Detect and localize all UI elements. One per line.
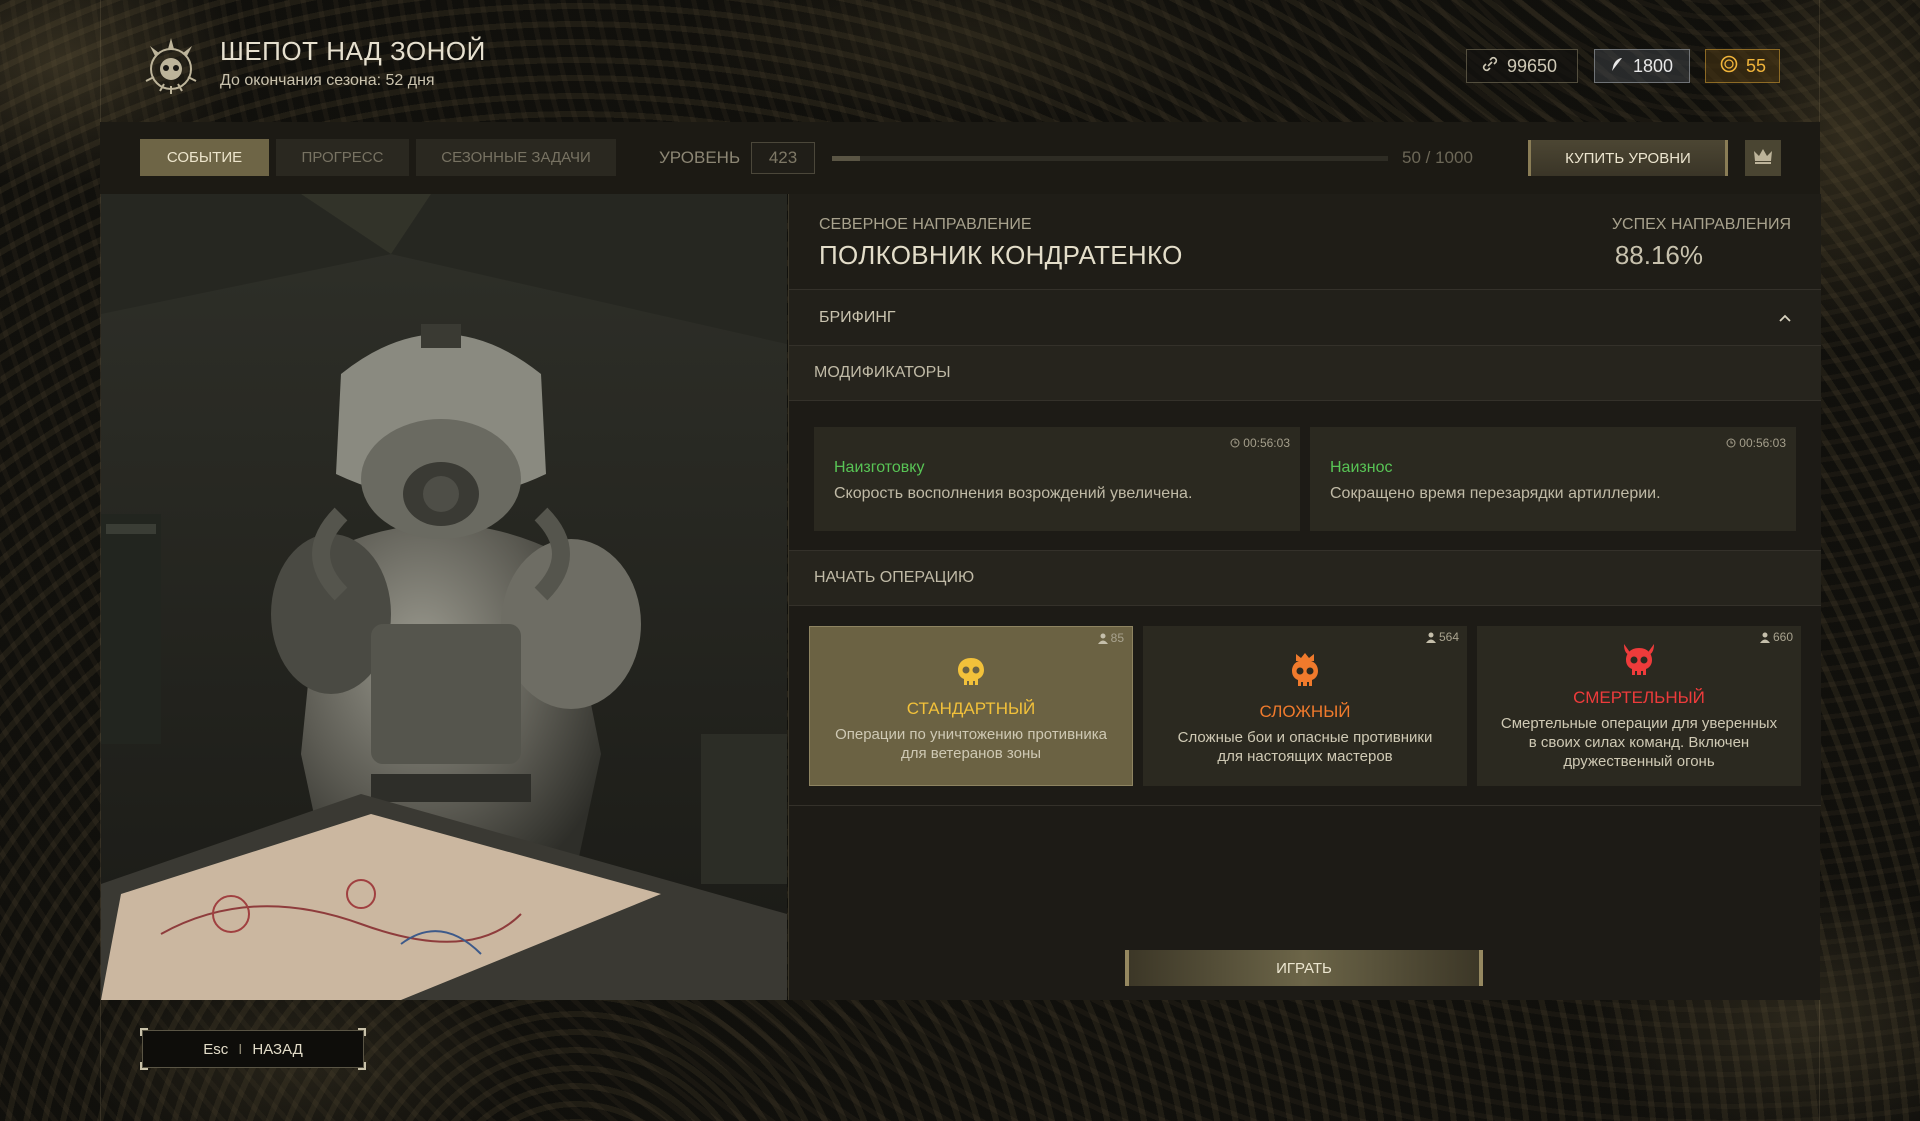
back-separator: I <box>238 1040 243 1058</box>
buy-levels-button[interactable]: КУПИТЬ УРОВНИ <box>1528 140 1728 176</box>
back-label: НАЗАД <box>252 1040 303 1058</box>
modifiers-header: МОДИФИКАТОРЫ <box>789 346 1821 401</box>
modifier-description: Сокращено время перезарядки артиллерии. <box>1330 485 1661 502</box>
back-button-corner <box>140 1062 148 1070</box>
mission-panel: СЕВЕРНОЕ НАПРАВЛЕНИЕ ПОЛКОВНИК КОНДРАТЕН… <box>788 194 1821 1000</box>
player-count-value: 85 <box>1110 631 1124 645</box>
crown-icon <box>1753 148 1773 169</box>
currency-links-value: 99650 <box>1507 55 1558 76</box>
clock-icon <box>1726 438 1736 448</box>
operation-title: СМЕРТЕЛЬНЫЙ <box>1573 688 1705 707</box>
user-icon <box>1425 632 1436 643</box>
chevron-up-icon[interactable] <box>1779 312 1791 324</box>
modifier-timer-text: 00:56:03 <box>1243 436 1290 450</box>
modifier-name: Наизнос <box>1330 459 1393 476</box>
tab-season-tasks[interactable]: СЕЗОННЫЕ ЗАДАЧИ <box>416 139 616 176</box>
level-value: 423 <box>751 142 815 174</box>
player-count-value: 660 <box>1772 630 1793 644</box>
season-countdown: До окончания сезона: 52 дня <box>220 72 435 89</box>
operation-standard-card[interactable]: 85 СТАНДАРТНЫЙ Операции по уничтожению п… <box>809 626 1133 786</box>
season-title: ШЕПОТ НАД ЗОНОЙ <box>220 36 486 66</box>
back-button-corner <box>358 1062 366 1070</box>
back-key-hint: Esc <box>203 1040 229 1058</box>
success-label: УСПЕХ НАПРАВЛЕНИЯ <box>1611 216 1791 233</box>
clock-icon <box>1230 438 1240 448</box>
currency-feathers[interactable]: 1800 <box>1594 49 1690 83</box>
feather-icon <box>1609 55 1625 78</box>
operation-deadly-card[interactable]: 660 СМЕРТЕЛЬНЫЙ Смертельные операции для… <box>1477 626 1801 786</box>
briefing-label: БРИФИНГ <box>819 309 896 326</box>
modifier-card: 00:56:03 Наизнос Сокращено время перезар… <box>1310 427 1796 531</box>
operation-description: Смертельные операции для уверенных в сво… <box>1500 715 1778 770</box>
modifier-timer: 00:56:03 <box>1726 436 1786 450</box>
level-progress-text: 50 / 1000 <box>1402 148 1473 167</box>
level-label: УРОВЕНЬ <box>659 148 741 167</box>
crowned-skull-icon <box>1292 653 1318 686</box>
commander-scene <box>101 194 787 1000</box>
play-button[interactable]: ИГРАТЬ <box>1125 950 1483 986</box>
header: ШЕПОТ НАД ЗОНОЙ До окончания сезона: 52 … <box>0 0 1920 122</box>
skull-icon <box>958 658 984 685</box>
player-count-value: 564 <box>1438 630 1459 644</box>
tab-progress[interactable]: ПРОГРЕСС <box>276 139 409 176</box>
modifiers-label: МОДИФИКАТОРЫ <box>814 364 951 381</box>
coin-icon <box>1720 55 1738 78</box>
level-progress-bar <box>832 156 1388 161</box>
level-progress-fill <box>832 156 860 161</box>
back-button[interactable]: Esc I НАЗАД <box>142 1030 364 1068</box>
operations-label: НАЧАТЬ ОПЕРАЦИЮ <box>814 569 975 586</box>
briefing-header[interactable]: БРИФИНГ <box>789 290 1821 346</box>
player-count: 564 <box>1425 630 1459 644</box>
modifier-timer: 00:56:03 <box>1230 436 1290 450</box>
success-value: 88.16% <box>1614 240 1703 270</box>
player-count: 85 <box>1097 631 1124 645</box>
tab-event[interactable]: СОБЫТИЕ <box>140 139 269 176</box>
back-button-corner <box>140 1028 148 1036</box>
modifier-description: Скорость восполнения возрождений увеличе… <box>834 485 1193 502</box>
direction-label: СЕВЕРНОЕ НАПРАВЛЕНИЕ <box>819 216 1032 233</box>
operations-header: НАЧАТЬ ОПЕРАЦИЮ <box>789 551 1821 606</box>
premium-button[interactable] <box>1745 140 1781 176</box>
horned-skull-icon <box>1624 644 1654 675</box>
currency-links[interactable]: 99650 <box>1466 49 1578 83</box>
currency-coins-value: 55 <box>1746 55 1767 76</box>
operation-description: Операции по уничтожению противника для в… <box>835 726 1107 762</box>
operations-list: 85 СТАНДАРТНЫЙ Операции по уничтожению п… <box>789 606 1821 806</box>
modifier-card: 00:56:03 Наизготовку Скорость восполнени… <box>814 427 1300 531</box>
back-button-corner <box>358 1028 366 1036</box>
operation-title: СЛОЖНЫЙ <box>1259 702 1351 721</box>
link-icon <box>1481 55 1499 78</box>
currency-feathers-value: 1800 <box>1633 55 1674 76</box>
operation-description: Сложные бои и опасные противники для нас… <box>1177 729 1433 765</box>
modifier-timer-text: 00:56:03 <box>1739 436 1786 450</box>
user-icon <box>1097 633 1108 644</box>
currency-coins[interactable]: 55 <box>1705 49 1780 83</box>
commander-name: ПОЛКОВНИК КОНДРАТЕНКО <box>819 240 1183 270</box>
user-icon <box>1759 632 1770 643</box>
operation-title: СТАНДАРТНЫЙ <box>906 699 1036 718</box>
mission-header: СЕВЕРНОЕ НАПРАВЛЕНИЕ ПОЛКОВНИК КОНДРАТЕН… <box>789 194 1821 290</box>
season-emblem-icon <box>140 36 202 98</box>
modifiers-list: 00:56:03 Наизготовку Скорость восполнени… <box>789 401 1821 551</box>
modifier-name: Наизготовку <box>834 459 925 476</box>
operation-hard-card[interactable]: 564 СЛОЖНЫЙ Сложные бои и опасные против… <box>1143 626 1467 786</box>
player-count: 660 <box>1759 630 1793 644</box>
